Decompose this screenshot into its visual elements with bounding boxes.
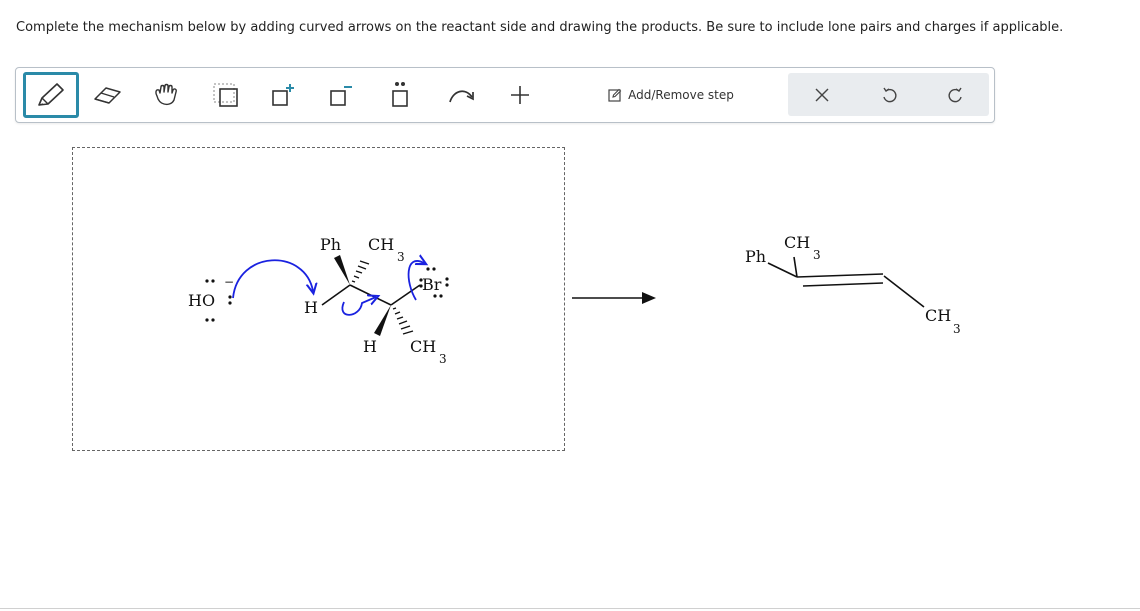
bottom-divider [0,608,1140,609]
lone-pair-tool[interactable] [374,74,426,116]
undo-icon [882,87,897,102]
drawing-toolbar: Add/Remove step [15,67,995,123]
lone-pair-icon [392,82,408,107]
reactant-drawing-area[interactable] [72,147,565,451]
plus-icon [511,86,529,104]
curved-arrow-tool[interactable] [436,74,488,116]
select-box-icon [213,83,238,107]
positive-charge-tool[interactable] [256,74,308,116]
positive-charge-icon [272,84,294,106]
clear-button[interactable] [788,73,855,116]
eraser-tool[interactable] [82,74,134,116]
clear-icon [815,88,828,101]
plus-tool[interactable] [494,74,546,116]
curved-arrow-icon [449,90,474,103]
select-tool[interactable] [200,74,252,116]
add-remove-step-label: Add/Remove step [628,88,734,102]
product-ph-label: Ph [745,247,766,266]
product-ch3-top-subscript: 3 [813,248,821,262]
product-ch3-top-label: CH [784,233,810,252]
action-button-group [788,73,989,116]
redo-icon [947,87,962,102]
pencil-tool[interactable] [23,72,79,118]
negative-charge-icon [330,86,352,106]
hand-icon [155,83,177,106]
eraser-icon [94,87,121,104]
add-remove-step-button[interactable]: Add/Remove step [601,82,741,108]
undo-button[interactable] [855,73,922,116]
redo-button[interactable] [922,73,989,116]
product-ch3-right-label: CH [925,306,951,325]
negative-charge-tool[interactable] [314,74,366,116]
product-alkene: Ph CH 3 CH 3 [745,233,961,336]
product-ch3-right-subscript: 3 [953,322,961,336]
edit-icon [608,88,622,102]
hand-tool[interactable] [140,74,192,116]
reaction-arrow [572,292,656,304]
instructions-text: Complete the mechanism below by adding c… [16,20,1064,35]
pencil-icon [38,83,64,106]
